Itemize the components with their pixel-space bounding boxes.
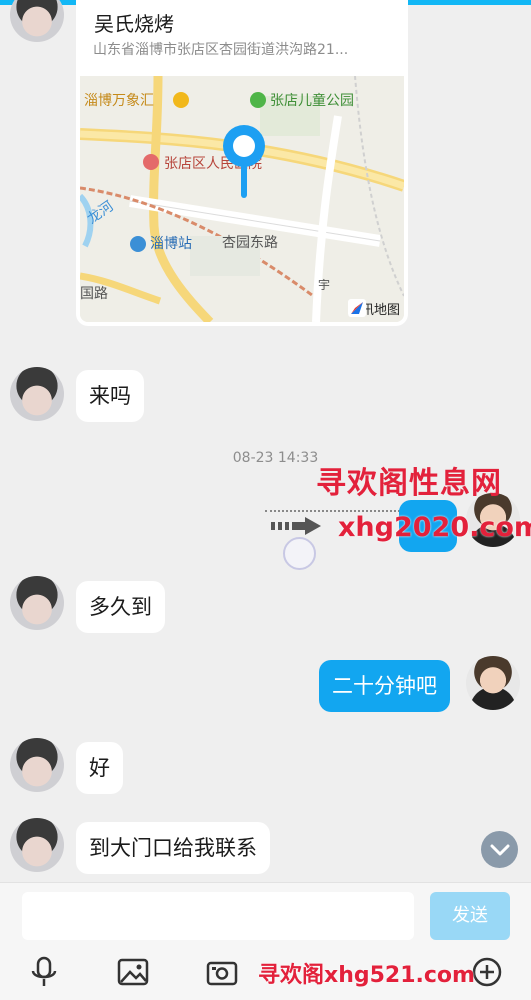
map-label-park: 张店儿童公园 <box>270 93 354 109</box>
image-icon[interactable] <box>116 955 150 989</box>
map-label-road: 杏园东路 <box>222 235 278 251</box>
location-address: 山东省淄博市张店区杏园街道洪沟路21... <box>93 42 349 58</box>
location-card[interactable]: 吴氏烧烤 山东省淄博市张店区杏园街道洪沟路21... 淄博万象汇 张店儿童公园 … <box>76 0 408 326</box>
map-label-station: 淄博站 <box>150 236 192 252</box>
message-bubble-incoming[interactable]: 多久到 <box>76 581 165 633</box>
avatar[interactable] <box>10 0 64 42</box>
map-label-road-left: 国路 <box>80 286 108 302</box>
microphone-icon[interactable] <box>27 955 61 989</box>
avatar[interactable] <box>10 738 64 792</box>
hospital-icon <box>143 154 159 170</box>
watermark-bottom: 寻欢阁xhg521.com <box>258 963 475 988</box>
message-bubble-incoming[interactable]: 来吗 <box>76 370 144 422</box>
watermark-url: xhg2020.com <box>338 512 531 543</box>
map-label-mall: 淄博万象汇 <box>84 93 154 109</box>
mall-icon <box>173 92 189 108</box>
watermark-text: 寻欢阁性息网 <box>316 466 502 501</box>
add-more-icon[interactable] <box>470 955 504 989</box>
message-bubble-incoming[interactable]: 好 <box>76 742 123 794</box>
message-input[interactable] <box>22 892 414 940</box>
map-label-yu: 宇 <box>318 278 331 292</box>
message-bubble-outgoing[interactable]: 二十分钟吧 <box>319 660 450 712</box>
message-bubble-incoming[interactable]: 到大门口给我联系 <box>76 822 270 874</box>
tencent-map-logo-icon <box>347 299 366 317</box>
location-pin-icon <box>223 125 265 198</box>
park-icon <box>250 92 266 108</box>
loading-spinner-icon <box>283 537 316 570</box>
send-button[interactable]: 发送 <box>430 892 510 940</box>
avatar[interactable] <box>10 576 64 630</box>
map-preview[interactable]: 淄博万象汇 张店儿童公园 张店区人民医院 杏园东路 淄博站 龙河 国路 宇 腾讯… <box>80 76 404 322</box>
avatar-self[interactable] <box>466 656 520 710</box>
station-icon <box>130 236 146 252</box>
map-attribution: 腾讯地图 <box>347 299 400 318</box>
scroll-to-bottom-button[interactable] <box>481 831 518 868</box>
camera-icon[interactable] <box>205 955 239 989</box>
avatar[interactable] <box>10 818 64 872</box>
chevron-down-icon <box>490 844 509 855</box>
location-title: 吴氏烧烤 <box>94 12 174 36</box>
avatar[interactable] <box>10 367 64 421</box>
arrow-right-icon <box>271 517 321 535</box>
